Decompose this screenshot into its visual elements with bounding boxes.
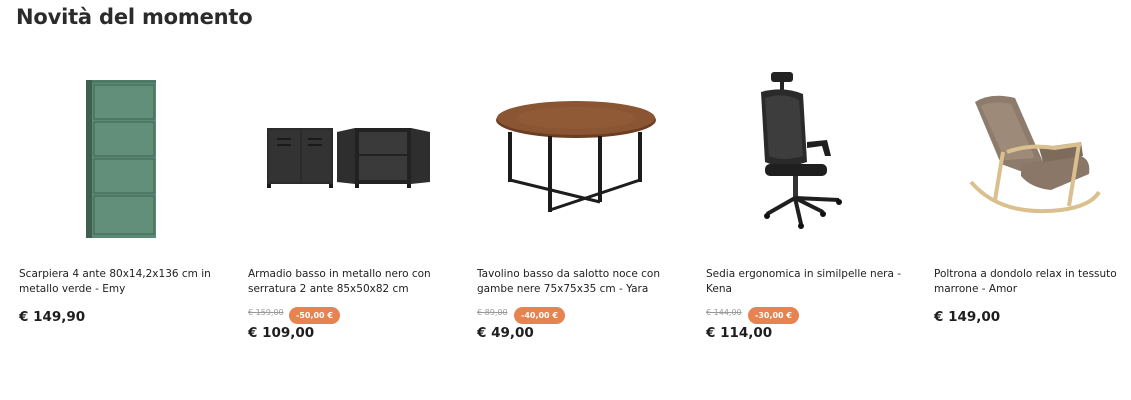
product-name[interactable]: Sedia ergonomica in similpelle nera - Ke…	[706, 267, 911, 297]
product-image[interactable]	[931, 52, 1131, 247]
product-name[interactable]: Armadio basso in metallo nero con serrat…	[248, 267, 453, 297]
product-card[interactable]: Tavolino basso da salotto noce con gambe…	[474, 52, 684, 352]
discount-badge: -30,00 €	[748, 307, 799, 324]
product-price: € 149,00	[934, 309, 1001, 325]
product-card[interactable]: Armadio basso in metallo nero con serrat…	[245, 52, 455, 352]
product-name[interactable]: Poltrona a dondolo relax in tessuto marr…	[934, 267, 1131, 297]
section-title: Novità del momento	[16, 5, 253, 29]
rocking-armchair-image	[969, 95, 1101, 214]
old-price: € 89,00	[477, 308, 508, 317]
product-card[interactable]: Scarpiera 4 ante 80x14,2x136 cm in metal…	[16, 52, 226, 352]
product-price: € 114,00	[706, 325, 773, 341]
product-image[interactable]	[16, 52, 226, 247]
discount-badge: -40,00 €	[514, 307, 565, 324]
product-image[interactable]	[474, 52, 684, 247]
old-price: € 144,00	[706, 308, 742, 317]
product-image[interactable]	[703, 52, 913, 247]
product-name[interactable]: Tavolino basso da salotto noce con gambe…	[477, 267, 682, 297]
walnut-coffee-table-image	[496, 101, 656, 212]
product-price: € 109,00	[248, 325, 315, 341]
discount-badge: -50,00 €	[289, 307, 340, 324]
product-name[interactable]: Scarpiera 4 ante 80x14,2x136 cm in metal…	[19, 267, 224, 297]
product-price: € 149,90	[19, 309, 86, 325]
black-metal-cabinet-image	[267, 128, 430, 188]
green-shoe-cabinet-image	[86, 80, 156, 238]
old-price: € 159,00	[248, 308, 284, 317]
product-image[interactable]	[245, 52, 455, 247]
product-price: € 49,00	[477, 325, 534, 341]
ergonomic-office-chair-image	[761, 72, 842, 229]
product-card[interactable]: Sedia ergonomica in similpelle nera - Ke…	[703, 52, 913, 352]
product-card[interactable]: Poltrona a dondolo relax in tessuto marr…	[931, 52, 1131, 352]
